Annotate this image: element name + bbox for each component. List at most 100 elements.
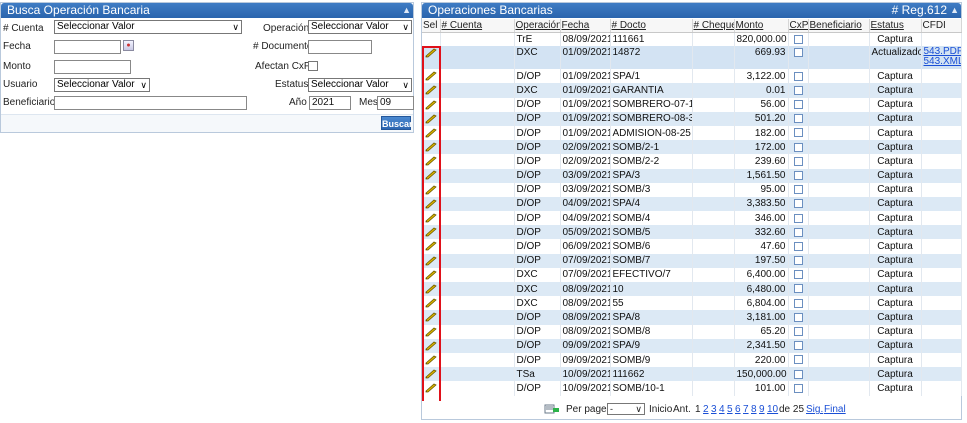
cxp-checkbox[interactable]: [793, 71, 803, 81]
table-row[interactable]: D/OP 01/09/2021 SOMBRERO-08-30 501.20 Captur…: [422, 111, 962, 126]
sel-cell[interactable]: [422, 168, 441, 183]
cuenta-select[interactable]: Seleccionar Valor ∨: [54, 20, 242, 34]
page-link[interactable]: 5: [727, 404, 733, 415]
table-row[interactable]: D/OP 03/09/2021 SOMB/3 95.00 Captura: [422, 182, 962, 197]
sel-cell[interactable]: [422, 338, 441, 353]
cxp-checkbox[interactable]: [793, 256, 803, 266]
col-header-cheque[interactable]: # Cheque: [692, 19, 735, 33]
beneficiario-input[interactable]: [54, 96, 247, 110]
table-row[interactable]: D/OP 03/09/2021 SPA/3 1,561.50 Captura: [422, 168, 962, 183]
edit-pencil-icon[interactable]: [425, 383, 437, 393]
table-row[interactable]: D/OP 01/09/2021 SPA/1 3,122.00 Captura: [422, 69, 962, 84]
table-row[interactable]: D/OP 02/09/2021 SOMB/2-2 239.60 Captura: [422, 154, 962, 169]
edit-pencil-icon[interactable]: [425, 355, 437, 365]
table-row[interactable]: D/OP 07/09/2021 SOMB/7 197.50 Captura: [422, 253, 962, 268]
table-row[interactable]: DXC 08/09/2021 10 6,480.00 Captura: [422, 282, 962, 297]
sel-cell[interactable]: [422, 97, 441, 112]
page-link[interactable]: 1: [695, 404, 701, 415]
pager-final-link[interactable]: Final: [824, 404, 846, 415]
cxp-checkbox[interactable]: [793, 213, 803, 223]
edit-pencil-icon[interactable]: [425, 284, 437, 294]
cxp-checkbox[interactable]: [793, 284, 803, 294]
page-link[interactable]: 8: [751, 404, 757, 415]
table-row[interactable]: D/OP 08/09/2021 SOMB/8 65.20 Captura: [422, 324, 962, 339]
cxp-checkbox[interactable]: [793, 369, 803, 379]
calendar-icon[interactable]: ●: [123, 40, 134, 51]
table-row[interactable]: D/OP 04/09/2021 SPA/4 3,383.50 Captura: [422, 196, 962, 212]
sel-cell[interactable]: [422, 267, 441, 282]
edit-pencil-icon[interactable]: [425, 48, 437, 58]
table-row[interactable]: D/OP 04/09/2021 SOMB/4 346.00 Captura: [422, 211, 962, 226]
col-header-beneficiario[interactable]: Beneficiario: [808, 19, 870, 33]
sel-cell[interactable]: [422, 69, 441, 84]
sel-cell[interactable]: [422, 46, 441, 70]
edit-pencil-icon[interactable]: [425, 114, 437, 124]
col-header-monto[interactable]: Monto: [734, 19, 789, 33]
edit-pencil-icon[interactable]: [425, 213, 437, 223]
sel-cell[interactable]: [422, 83, 441, 98]
collapse-icon[interactable]: ▲: [402, 3, 411, 18]
edit-pencil-icon[interactable]: [425, 327, 437, 337]
edit-pencil-icon[interactable]: [425, 170, 437, 180]
edit-pencil-icon[interactable]: [425, 142, 437, 152]
col-header-estatus[interactable]: Estatus: [869, 19, 922, 33]
per-page-select[interactable]: - ∨: [607, 403, 645, 415]
page-link[interactable]: 10: [767, 404, 778, 415]
edit-pencil-icon[interactable]: [425, 312, 437, 322]
table-row[interactable]: DXC 08/09/2021 55 6,804.00 Captura: [422, 296, 962, 311]
table-row[interactable]: D/OP 09/09/2021 SPA/9 2,341.50 Captura: [422, 338, 962, 353]
table-row[interactable]: D/OP 01/09/2021 ADMISION-08-25 182.00 Captur…: [422, 125, 962, 141]
page-link[interactable]: 6: [735, 404, 741, 415]
cxp-checkbox[interactable]: [793, 100, 803, 110]
cxp-checkbox[interactable]: [793, 341, 803, 351]
cxp-checkbox[interactable]: [793, 327, 803, 337]
edit-pencil-icon[interactable]: [425, 100, 437, 110]
documento-input[interactable]: [308, 40, 372, 54]
cxp-checkbox[interactable]: [793, 383, 803, 393]
table-row[interactable]: D/OP 01/09/2021 SOMBRERO-07-19 56.00 Captura: [422, 97, 962, 112]
page-link[interactable]: 4: [719, 404, 725, 415]
table-row[interactable]: D/OP 09/09/2021 SOMB/9 220.00 Captura: [422, 352, 962, 368]
cxp-checkbox[interactable]: [793, 199, 803, 209]
cxp-checkbox[interactable]: [793, 298, 803, 308]
sel-cell[interactable]: [422, 324, 441, 339]
cxp-checkbox[interactable]: [793, 128, 803, 138]
edit-pencil-icon[interactable]: [425, 128, 437, 138]
edit-pencil-icon[interactable]: [425, 270, 437, 280]
edit-pencil-icon[interactable]: [425, 185, 437, 195]
sel-cell[interactable]: [422, 225, 441, 240]
usuario-select[interactable]: Seleccionar Valor ∨: [54, 78, 150, 92]
edit-pencil-icon[interactable]: [425, 298, 437, 308]
table-row[interactable]: D/OP 06/09/2021 SOMB/6 47.60 Captura: [422, 239, 962, 254]
sel-cell[interactable]: [422, 196, 441, 212]
sel-cell[interactable]: [422, 211, 441, 226]
sel-cell[interactable]: [422, 239, 441, 254]
sel-cell[interactable]: [422, 154, 441, 169]
cxp-checkbox[interactable]: [793, 312, 803, 322]
cxp-checkbox[interactable]: [793, 48, 803, 58]
estatus-select[interactable]: Seleccionar Valor ∨: [308, 78, 412, 92]
col-header-cuenta[interactable]: # Cuenta: [440, 19, 515, 33]
cxp-checkbox[interactable]: [793, 355, 803, 365]
cxp-checkbox[interactable]: [793, 170, 803, 180]
cxp-checkbox[interactable]: [793, 185, 803, 195]
sel-cell[interactable]: [422, 182, 441, 197]
sel-cell[interactable]: [422, 296, 441, 311]
mes-input[interactable]: 09: [377, 96, 414, 110]
edit-pencil-icon[interactable]: [425, 256, 437, 266]
col-header-cxp[interactable]: CxP: [788, 19, 809, 33]
monto-input[interactable]: [54, 60, 131, 74]
edit-pencil-icon[interactable]: [425, 85, 437, 95]
table-row[interactable]: D/OP 08/09/2021 SPA/8 3,181.00 Captura: [422, 310, 962, 325]
page-link[interactable]: 2: [703, 404, 709, 415]
page-link[interactable]: 9: [759, 404, 765, 415]
cxp-checkbox[interactable]: [793, 34, 803, 44]
table-row[interactable]: D/OP 10/09/2021 SOMB/10-1 101.00 Captura: [422, 381, 962, 396]
sel-cell[interactable]: [422, 282, 441, 297]
table-row[interactable]: DXC 07/09/2021 EFECTIVO/7 6,400.00 Captura: [422, 267, 962, 282]
cfdi-file-link[interactable]: 543.XML: [924, 57, 961, 67]
col-header-operacion[interactable]: Operación: [514, 19, 561, 33]
table-row[interactable]: DXC 01/09/2021 14872 669.93 Actualizado 543.P…: [422, 46, 962, 70]
page-link[interactable]: 7: [743, 404, 749, 415]
table-row[interactable]: TSa 10/09/2021 111662 150,000.00 Captura: [422, 367, 962, 382]
